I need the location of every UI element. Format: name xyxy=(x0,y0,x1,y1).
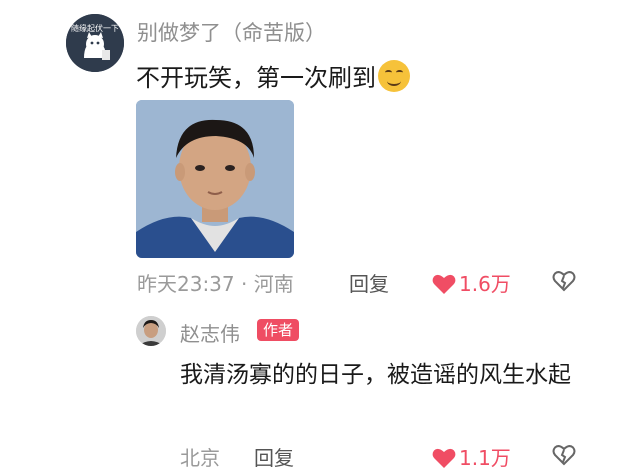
reply-dislike-button[interactable] xyxy=(552,443,576,467)
comment-image[interactable] xyxy=(136,100,294,258)
portrait-photo xyxy=(136,100,294,258)
author-username[interactable]: 赵志伟 xyxy=(180,318,240,347)
dislike-button[interactable] xyxy=(552,269,576,293)
reply-like-count: 1.1万 xyxy=(459,446,511,470)
reply-meta: 北京 xyxy=(180,442,220,471)
meta-separator: · xyxy=(241,272,254,296)
comment-meta: 昨天23:37 · 河南 xyxy=(137,268,294,297)
commenter-username[interactable]: 别做梦了（命苦版） xyxy=(137,17,326,47)
comment-text: 不开玩笑，第一次刷到 xyxy=(136,58,410,93)
commenter-avatar[interactable]: 随缘起伏一下 xyxy=(66,14,124,72)
broken-heart-icon xyxy=(552,445,576,466)
cat-avatar-icon xyxy=(66,14,124,72)
like-button[interactable]: 1.6万 xyxy=(432,268,511,297)
smiling-face-emoji-icon xyxy=(378,60,410,92)
reply-location: 北京 xyxy=(180,446,220,470)
reply-reply-button[interactable]: 回复 xyxy=(254,442,294,471)
avatar-caption: 随缘起伏一下 xyxy=(71,24,119,33)
broken-heart-icon xyxy=(552,271,576,292)
comment-time: 昨天23:37 xyxy=(137,272,235,296)
author-badge: 作者 xyxy=(257,319,300,341)
author-avatar[interactable] xyxy=(136,316,166,346)
reply-text: 我清汤寡的的日子，被造谣的风生水起 xyxy=(180,362,571,388)
reply-button[interactable]: 回复 xyxy=(349,268,389,297)
comment-body: 不开玩笑，第一次刷到 xyxy=(136,64,376,92)
comment-location: 河南 xyxy=(253,272,294,296)
heart-icon xyxy=(432,448,456,468)
heart-icon xyxy=(432,274,456,294)
like-count: 1.6万 xyxy=(459,272,511,296)
reply-like-button[interactable]: 1.1万 xyxy=(432,442,511,471)
author-portrait xyxy=(136,316,166,346)
